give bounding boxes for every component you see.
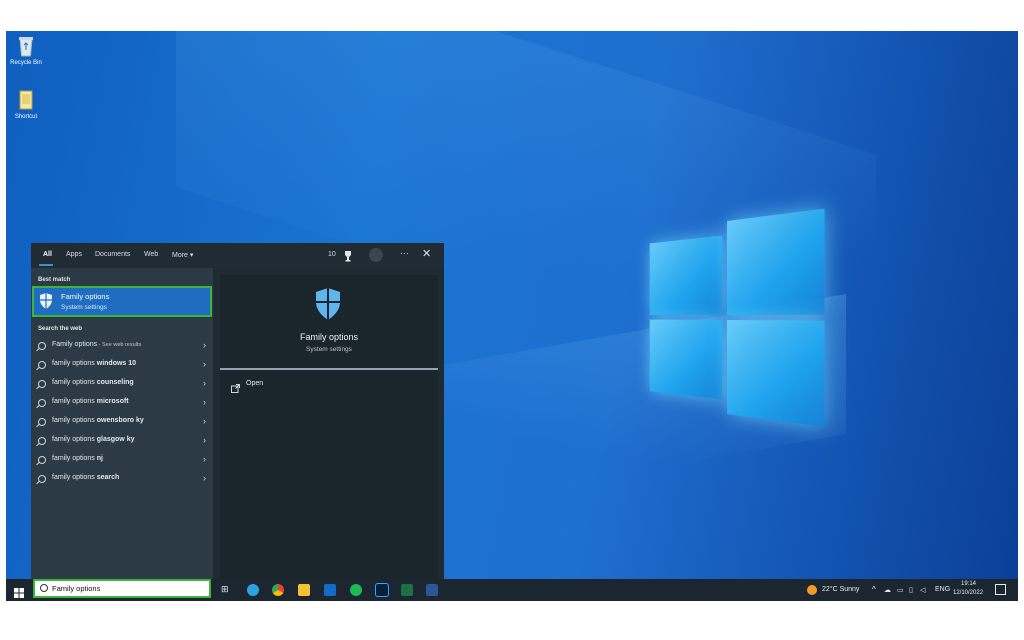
web-result[interactable]: Family options - See web results › — [38, 339, 206, 355]
open-label: Open — [246, 380, 264, 387]
shield-icon — [312, 286, 344, 327]
tab-all[interactable]: All — [43, 251, 52, 258]
tab-more[interactable]: More ▾ — [172, 251, 193, 259]
clock-date[interactable]: 12/10/2022 — [953, 590, 983, 596]
active-tab-indicator — [39, 264, 53, 266]
trophy-icon[interactable] — [342, 249, 354, 267]
chevron-right-icon: › — [203, 473, 206, 483]
web-result[interactable]: family options search › — [38, 472, 206, 488]
chevron-right-icon: › — [203, 397, 206, 407]
search-icon — [38, 361, 46, 369]
avatar[interactable] — [369, 248, 383, 262]
chevron-right-icon: › — [203, 454, 206, 464]
task-view-icon[interactable]: ⊞ — [221, 584, 229, 595]
chevron-right-icon: › — [203, 378, 206, 388]
weather-text[interactable]: 22°C Sunny — [822, 586, 859, 593]
desktop-icon-label: Recycle Bin — [10, 60, 42, 66]
best-match-header: Best match — [38, 277, 71, 283]
search-tabs: All Apps Documents Web More ▾ 10 ··· ✕ — [31, 243, 444, 268]
spotify-icon[interactable] — [350, 584, 362, 596]
best-match-title: Family options — [61, 292, 110, 301]
file-explorer-icon[interactable] — [298, 584, 310, 596]
outlook-icon[interactable] — [324, 584, 336, 596]
photoshop-icon[interactable] — [375, 583, 389, 597]
excel-icon[interactable] — [401, 584, 413, 596]
search-icon — [38, 418, 46, 426]
desktop-icon-shortcut[interactable]: Shortcut — [6, 89, 46, 120]
search-icon — [38, 380, 46, 388]
file-shortcut-icon — [17, 89, 35, 111]
search-icon — [38, 456, 46, 464]
windows-logo-wallpaper — [649, 208, 825, 427]
clock-time[interactable]: 19:14 — [961, 581, 976, 587]
edge-icon[interactable] — [247, 584, 259, 596]
web-result[interactable]: family options windows 10 › — [38, 358, 206, 374]
open-icon — [231, 380, 240, 398]
chevron-right-icon: › — [203, 340, 206, 350]
volume-icon[interactable]: ◁ — [920, 586, 925, 594]
notifications-icon[interactable] — [995, 584, 1006, 595]
best-match-subtitle: System settings — [61, 304, 107, 311]
windows-start-icon[interactable] — [14, 585, 24, 601]
web-result[interactable]: family options microsoft › — [38, 396, 206, 412]
web-result[interactable]: family options owensboro ky › — [38, 415, 206, 431]
search-icon — [38, 437, 46, 445]
chevron-right-icon: › — [203, 359, 206, 369]
divider — [220, 368, 438, 370]
search-input[interactable]: Family options — [52, 584, 100, 593]
detail-subtitle: System settings — [306, 346, 352, 353]
desktop-icon-recycle-bin[interactable]: Recycle Bin — [6, 35, 46, 66]
taskbar-search-box[interactable]: Family options — [33, 579, 211, 598]
detail-title: Family options — [299, 332, 359, 342]
taskbar: Family options ⊞ 22°C Sunny ^ ☁ ▭ ▯ ◁ EN… — [6, 579, 1018, 601]
result-detail-pane: Family options System settings Open — [220, 275, 438, 579]
word-icon[interactable] — [426, 584, 438, 596]
battery-icon[interactable]: ▯ — [909, 586, 913, 594]
results-list: Best match Family options System setting… — [31, 268, 213, 579]
shield-icon — [38, 292, 54, 315]
recycle-bin-icon — [17, 35, 35, 57]
best-match-result[interactable]: Family options System settings — [32, 286, 212, 317]
rewards-points: 10 — [328, 251, 336, 258]
chevron-up-icon[interactable]: ^ — [872, 585, 876, 594]
web-result[interactable]: family options glasgow ky › — [38, 434, 206, 450]
search-icon — [38, 399, 46, 407]
close-icon[interactable]: ✕ — [422, 247, 431, 260]
desktop-icon-label: Shortcut — [14, 114, 38, 120]
web-result[interactable]: family options nj › — [38, 453, 206, 469]
tab-web[interactable]: Web — [144, 251, 158, 258]
tab-apps[interactable]: Apps — [66, 251, 82, 258]
search-icon — [38, 475, 46, 483]
network-icon[interactable]: ▭ — [897, 586, 904, 594]
web-result[interactable]: family options counseling › — [38, 377, 206, 393]
chevron-right-icon: › — [203, 435, 206, 445]
open-action[interactable]: Open — [231, 379, 351, 393]
chevron-right-icon: › — [203, 416, 206, 426]
search-panel: All Apps Documents Web More ▾ 10 ··· ✕ B… — [31, 243, 444, 579]
chrome-icon[interactable] — [272, 584, 284, 596]
more-options-icon[interactable]: ··· — [400, 248, 409, 258]
tab-documents[interactable]: Documents — [95, 251, 130, 258]
search-icon — [38, 342, 46, 350]
search-web-header: Search the web — [38, 326, 83, 332]
cloud-icon[interactable]: ☁ — [884, 586, 891, 594]
weather-sun-icon[interactable] — [807, 585, 817, 595]
language-indicator[interactable]: ENG — [935, 586, 950, 593]
search-icon — [40, 584, 48, 592]
